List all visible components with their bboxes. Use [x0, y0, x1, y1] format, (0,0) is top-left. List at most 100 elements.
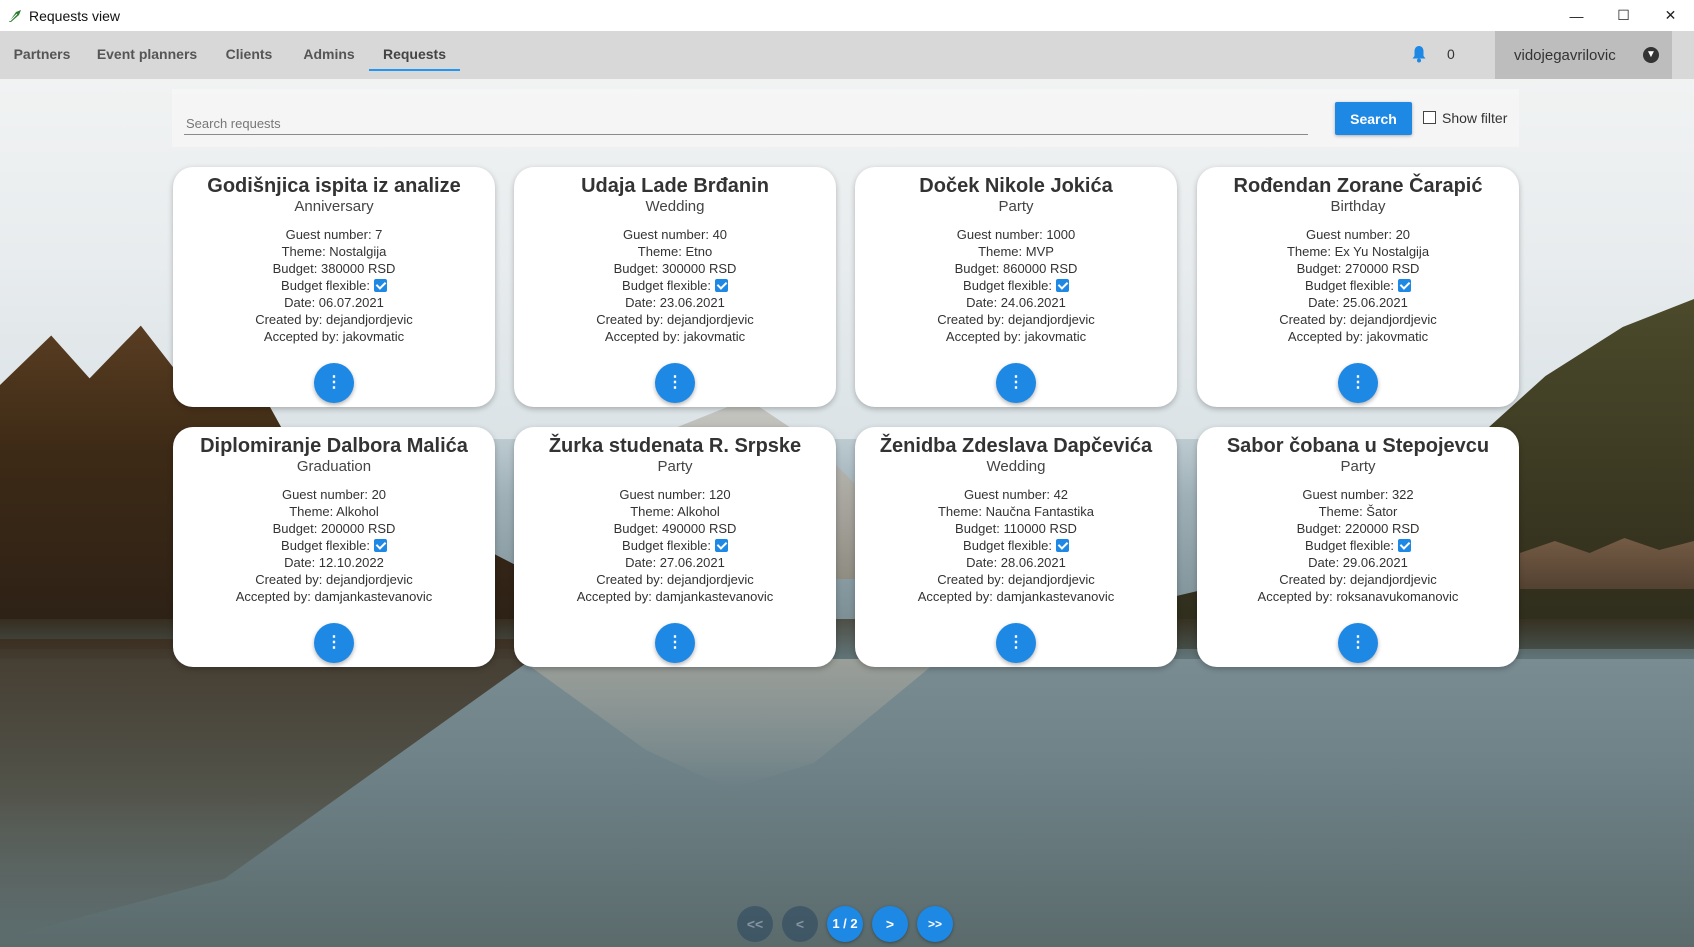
card-date: Date: 25.06.2021 [1308, 295, 1408, 310]
card-guest-number: Guest number: 20 [1305, 227, 1411, 242]
card-title: Doček Nikole Jokića [919, 175, 1113, 197]
card-type: Graduation [296, 458, 372, 475]
card-guest-number: Guest number: 322 [1302, 487, 1414, 502]
nav-bar: Partners Event planners Clients Admins R… [0, 31, 1694, 79]
card-date: Date: 12.10.2022 [284, 555, 384, 570]
budget-flexible-checkbox [1397, 279, 1411, 292]
card-guest-number: Guest number: 7 [285, 227, 383, 242]
notification-count: 0 [1447, 46, 1455, 62]
bell-icon[interactable] [1411, 45, 1427, 63]
card-budget-flexible: Budget flexible: [173, 277, 495, 294]
card-created-by: Created by: dejandjordjevic [596, 572, 754, 587]
card-title: Godišnjica ispita iz analize [207, 175, 461, 197]
card-budget-flexible: Budget flexible: [855, 277, 1177, 294]
card-theme: Theme: Alkohol [289, 504, 379, 519]
card-budget: Budget: 220000 RSD [1296, 521, 1420, 536]
card-type: Party [657, 458, 693, 475]
card-created-by: Created by: dejandjordjevic [1279, 572, 1437, 587]
user-menu[interactable]: vidojegavrilovic ▼ [1495, 31, 1672, 79]
prev-page-button[interactable]: < [782, 906, 818, 942]
card-title: Udaja Lade Brđanin [581, 175, 769, 197]
request-card: Sabor čobana u Stepojevcu Party Guest nu… [1197, 427, 1519, 667]
card-created-by: Created by: dejandjordjevic [1279, 312, 1437, 327]
card-date: Date: 28.06.2021 [966, 555, 1066, 570]
last-page-button[interactable]: >> [917, 906, 953, 942]
more-options-button[interactable]: ⋮ [655, 623, 695, 663]
card-theme: Theme: Naučna Fantastika [937, 504, 1095, 519]
first-page-button[interactable]: << [737, 906, 773, 942]
request-card: Žurka studenata R. Srpske Party Guest nu… [514, 427, 836, 667]
card-guest-number: Guest number: 20 [281, 487, 387, 502]
card-budget: Budget: 200000 RSD [272, 521, 396, 536]
card-theme: Theme: Etno [637, 244, 713, 259]
card-title: Žurka studenata R. Srpske [548, 435, 802, 457]
window-title: Requests view [29, 7, 121, 24]
maximize-button[interactable]: ☐ [1600, 0, 1647, 31]
budget-flexible-checkbox [1055, 539, 1069, 552]
tab-clients[interactable]: Clients [218, 31, 280, 79]
more-options-button[interactable]: ⋮ [314, 623, 354, 663]
card-title: Sabor čobana u Stepojevcu [1226, 435, 1490, 457]
card-date: Date: 29.06.2021 [1308, 555, 1408, 570]
tab-requests[interactable]: Requests [369, 31, 460, 79]
more-options-button[interactable]: ⋮ [1338, 623, 1378, 663]
page-indicator: 1 / 2 [827, 906, 863, 942]
card-budget: Budget: 270000 RSD [1296, 261, 1420, 276]
request-card: Doček Nikole Jokića Party Guest number: … [855, 167, 1177, 407]
more-options-button[interactable]: ⋮ [996, 363, 1036, 403]
card-accepted-by: Accepted by: jakovmatic [945, 329, 1087, 344]
card-title: Diplomiranje Dalbora Malića [200, 435, 468, 457]
card-type: Party [1340, 458, 1376, 475]
budget-flexible-checkbox [1055, 279, 1069, 292]
tab-partners[interactable]: Partners [8, 31, 76, 79]
title-bar: Requests view — ☐ ✕ [0, 0, 1694, 31]
card-budget: Budget: 110000 RSD [955, 521, 1077, 536]
card-type: Wedding [986, 458, 1046, 475]
card-guest-number: Guest number: 120 [619, 487, 731, 502]
card-accepted-by: Accepted by: jakovmatic [604, 329, 746, 344]
card-created-by: Created by: dejandjordjevic [937, 312, 1095, 327]
card-theme: Theme: Ex Yu Nostalgija [1286, 244, 1430, 259]
tab-admins[interactable]: Admins [298, 31, 360, 79]
card-type: Anniversary [294, 198, 374, 215]
more-options-button[interactable]: ⋮ [655, 363, 695, 403]
card-date: Date: 24.06.2021 [966, 295, 1066, 310]
card-theme: Theme: Alkohol [630, 504, 720, 519]
request-card: Ženidba Zdeslava Dapčevića Wedding Guest… [855, 427, 1177, 667]
card-budget-flexible: Budget flexible: [855, 537, 1177, 554]
card-guest-number: Guest number: 40 [622, 227, 728, 242]
card-accepted-by: Accepted by: damjankastevanovic [576, 589, 774, 604]
show-filter-label: Show filter [1442, 110, 1508, 126]
username: vidojegavrilovic [1514, 46, 1616, 64]
next-page-button[interactable]: > [872, 906, 908, 942]
card-budget: Budget: 380000 RSD [272, 261, 396, 276]
card-created-by: Created by: dejandjordjevic [255, 312, 413, 327]
card-budget-flexible: Budget flexible: [1197, 277, 1519, 294]
card-budget: Budget: 860000 RSD [954, 261, 1078, 276]
more-options-button[interactable]: ⋮ [996, 623, 1036, 663]
chevron-down-icon[interactable]: ▼ [1643, 47, 1659, 63]
more-options-button[interactable]: ⋮ [314, 363, 354, 403]
card-theme: Theme: Šator [1318, 504, 1398, 519]
card-budget-flexible: Budget flexible: [514, 537, 836, 554]
show-filter-checkbox[interactable] [1423, 111, 1436, 124]
card-title: Rođendan Zorane Čarapić [1233, 175, 1483, 197]
card-budget-flexible: Budget flexible: [514, 277, 836, 294]
budget-flexible-checkbox [373, 539, 387, 552]
more-options-button[interactable]: ⋮ [1338, 363, 1378, 403]
card-accepted-by: Accepted by: damjankastevanovic [235, 589, 433, 604]
close-button[interactable]: ✕ [1647, 0, 1694, 31]
card-accepted-by: Accepted by: jakovmatic [263, 329, 405, 344]
search-input[interactable] [184, 113, 1308, 135]
minimize-button[interactable]: — [1553, 0, 1600, 31]
card-theme: Theme: MVP [978, 244, 1054, 259]
budget-flexible-checkbox [714, 279, 728, 292]
card-date: Date: 27.06.2021 [625, 555, 725, 570]
card-created-by: Created by: dejandjordjevic [596, 312, 754, 327]
card-accepted-by: Accepted by: damjankastevanovic [917, 589, 1115, 604]
tab-event-planners[interactable]: Event planners [94, 31, 200, 79]
budget-flexible-checkbox [714, 539, 728, 552]
card-budget: Budget: 490000 RSD [613, 521, 737, 536]
search-button[interactable]: Search [1335, 102, 1412, 135]
card-accepted-by: Accepted by: roksanavukomanovic [1257, 589, 1459, 604]
